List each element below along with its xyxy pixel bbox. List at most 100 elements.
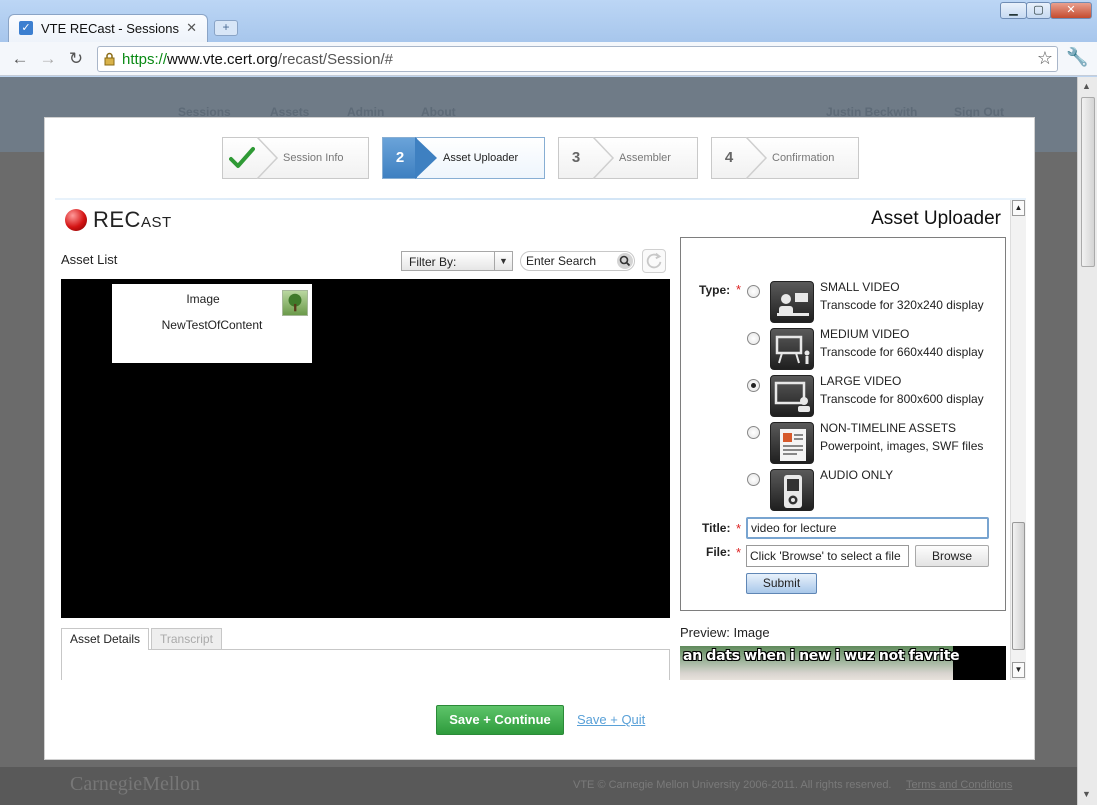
reload-icon[interactable]: ↻ xyxy=(66,49,86,69)
page-scrollbar[interactable]: ▲ ▼ xyxy=(1077,77,1097,805)
browse-button[interactable]: Browse xyxy=(915,545,989,567)
step-label: Confirmation xyxy=(772,152,835,164)
required-marker: * xyxy=(736,282,742,297)
filter-label: Filter By: xyxy=(409,255,457,269)
details-tabs: Asset Details Transcript xyxy=(61,628,670,680)
asset-name: NewTestOfContent xyxy=(161,318,263,332)
step-number: 3 xyxy=(571,149,581,166)
footer-brand: CarnegieMellon xyxy=(70,773,200,795)
type-desc: Powerpoint, images, SWF files xyxy=(820,439,984,453)
chevron-right-icon xyxy=(745,137,768,179)
site-footer: CarnegieMellon VTE © Carnegie Mellon Uni… xyxy=(0,767,1077,805)
browser-titlebar: ✓ VTE RECast - Sessions ✕ + ▁ ▢ ✕ xyxy=(0,0,1097,42)
wrench-icon[interactable]: 🔧 xyxy=(1066,47,1088,68)
audio-player-icon xyxy=(770,469,814,511)
required-marker: * xyxy=(736,521,742,536)
document-icon xyxy=(770,422,814,464)
browser-tab[interactable]: ✓ VTE RECast - Sessions ✕ xyxy=(8,14,208,42)
section-title: Asset Uploader xyxy=(871,208,1001,229)
step-label: Assembler xyxy=(619,152,671,164)
asset-card[interactable]: Image NewTestOfContent xyxy=(112,284,312,363)
bookmark-star-icon[interactable]: ☆ xyxy=(1037,48,1053,69)
preview-image: an dats when i new i wuz not favrite xyxy=(680,646,1006,680)
filter-select[interactable]: Filter By: ▼ xyxy=(401,251,513,271)
back-icon[interactable]: ← xyxy=(10,49,30,69)
step-confirmation[interactable]: 4 Confirmation xyxy=(711,137,859,179)
type-name: SMALL VIDEO xyxy=(820,280,900,294)
scroll-thumb[interactable] xyxy=(1081,97,1095,267)
wizard-steps: Session Info 2 Asset Uploader 3 Assemble… xyxy=(45,118,1036,198)
close-window-button[interactable]: ✕ xyxy=(1050,2,1092,19)
tree-image-icon xyxy=(282,290,308,316)
asset-list-canvas: Image NewTestOfContent xyxy=(61,279,670,618)
asset-type: Image xyxy=(186,292,220,306)
details-panel xyxy=(61,649,670,680)
refresh-icon[interactable] xyxy=(642,249,666,273)
preview-label: Preview: Image xyxy=(680,625,770,640)
step-label: Session Info xyxy=(283,152,344,164)
tab-transcript[interactable]: Transcript xyxy=(151,628,222,650)
terms-link[interactable]: Terms and Conditions xyxy=(906,779,1012,791)
step-assembler[interactable]: 3 Assembler xyxy=(558,137,698,179)
step-asset-uploader[interactable]: 2 Asset Uploader xyxy=(382,137,545,179)
new-tab-button[interactable]: + xyxy=(214,20,238,36)
required-marker: * xyxy=(736,545,742,560)
file-input[interactable]: Click 'Browse' to select a file xyxy=(746,545,909,567)
chevron-right-icon xyxy=(256,137,279,179)
type-name: LARGE VIDEO xyxy=(820,374,902,388)
radio-large-video[interactable] xyxy=(747,379,760,392)
minimize-button[interactable]: ▁ xyxy=(1000,2,1027,19)
chevron-right-icon xyxy=(592,137,615,179)
type-label: Type: xyxy=(699,283,731,297)
maximize-button[interactable]: ▢ xyxy=(1026,2,1051,19)
logo-orb-icon xyxy=(65,209,87,231)
close-tab-icon[interactable]: ✕ xyxy=(186,20,197,36)
step-number: 4 xyxy=(724,149,734,166)
scroll-up-icon[interactable]: ▲ xyxy=(1012,200,1025,216)
url-text: https://www.vte.cert.org/recast/Session/… xyxy=(122,51,393,68)
radio-medium-video[interactable] xyxy=(747,332,760,345)
address-bar[interactable]: https://www.vte.cert.org/recast/Session/… xyxy=(97,46,1058,72)
asset-list-label: Asset List xyxy=(61,252,118,267)
tab-asset-details[interactable]: Asset Details xyxy=(61,628,150,650)
type-name: NON-TIMELINE ASSETS xyxy=(820,421,957,435)
type-name: AUDIO ONLY xyxy=(820,468,894,482)
step-session-info[interactable]: Session Info xyxy=(222,137,369,179)
content-scrollbar[interactable]: ▲ ▼ xyxy=(1010,200,1026,680)
radio-audio-only[interactable] xyxy=(747,473,760,486)
title-input[interactable]: video for lecture xyxy=(746,517,989,539)
search-placeholder: Enter Search xyxy=(526,254,597,268)
wizard-content: RECAST Asset Uploader Asset List Filter … xyxy=(55,200,1026,680)
step-number: 2 xyxy=(383,138,417,178)
forward-icon[interactable]: → xyxy=(38,49,58,69)
type-desc: Transcode for 320x240 display xyxy=(820,298,984,312)
radio-small-video[interactable] xyxy=(747,285,760,298)
browser-toolbar: ← → ↻ https://www.vte.cert.org/recast/Se… xyxy=(0,42,1097,76)
save-continue-button[interactable]: Save + Continue xyxy=(436,705,564,735)
medium-video-icon xyxy=(770,328,814,370)
favicon-icon: ✓ xyxy=(19,21,33,35)
title-label: Title: xyxy=(702,521,731,535)
submit-button[interactable]: Submit xyxy=(746,573,817,594)
dropdown-arrow-icon: ▼ xyxy=(494,252,512,270)
chevron-right-icon xyxy=(415,137,437,179)
radio-non-timeline[interactable] xyxy=(747,426,760,439)
file-label: File: xyxy=(706,545,731,559)
preview-caption: an dats when i new i wuz not favrite xyxy=(683,648,960,664)
type-name: MEDIUM VIDEO xyxy=(820,327,910,341)
tab-title: VTE RECast - Sessions xyxy=(41,21,179,36)
type-desc: Transcode for 800x600 display xyxy=(820,392,984,406)
scroll-up-icon[interactable]: ▲ xyxy=(1082,81,1091,91)
lock-icon xyxy=(104,52,115,66)
footer-copyright: VTE © Carnegie Mellon University 2006-20… xyxy=(573,779,892,791)
save-quit-link[interactable]: Save + Quit xyxy=(577,712,645,727)
search-input[interactable]: Enter Search xyxy=(520,251,635,271)
scroll-down-icon[interactable]: ▼ xyxy=(1082,789,1091,799)
scroll-thumb[interactable] xyxy=(1012,522,1025,650)
title-value: video for lecture xyxy=(751,521,837,535)
check-icon xyxy=(229,147,255,168)
scroll-down-icon[interactable]: ▼ xyxy=(1012,662,1025,678)
search-icon[interactable] xyxy=(617,253,633,269)
file-placeholder: Click 'Browse' to select a file xyxy=(750,549,901,563)
wizard-modal: Session Info 2 Asset Uploader 3 Assemble… xyxy=(44,117,1035,760)
